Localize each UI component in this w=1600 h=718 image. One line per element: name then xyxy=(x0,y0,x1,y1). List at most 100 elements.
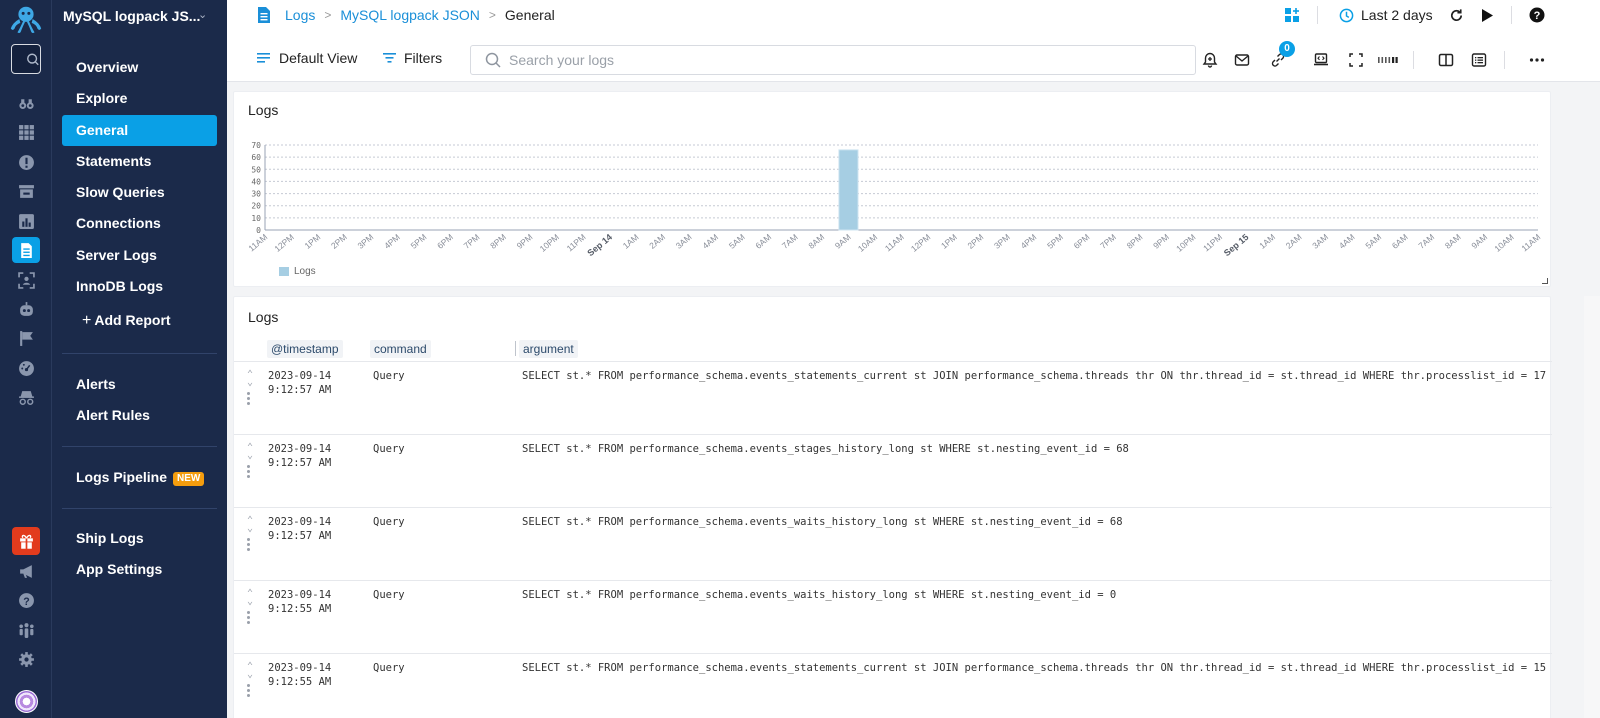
log-row[interactable]: ⌃ ⌄ 2023-09-14 9:12:55 AM Query SELECT s… xyxy=(234,580,1552,653)
nav-item-logs-pipeline[interactable]: Logs Pipeline NEW xyxy=(62,462,217,493)
logs-table-panel: Logs @timestamp command argument ⌃ ⌄ 202… xyxy=(233,296,1552,718)
chevron-down-icon[interactable]: ⌄ xyxy=(198,8,207,21)
default-view-button[interactable]: Default View xyxy=(257,50,357,66)
nav-item-statements[interactable]: Statements xyxy=(62,146,217,177)
nav-item-general[interactable]: General xyxy=(62,115,217,146)
log-row[interactable]: ⌃ ⌄ 2023-09-14 9:12:57 AM Query SELECT s… xyxy=(234,434,1552,507)
nav-item-connections[interactable]: Connections xyxy=(62,208,217,239)
flag-icon[interactable] xyxy=(12,325,40,351)
log-time: 9:12:57 AM xyxy=(268,457,332,469)
nav-item-overview[interactable]: Overview xyxy=(62,52,217,83)
mail-icon[interactable] xyxy=(1233,51,1251,69)
x-tick-label: 6AM xyxy=(1390,232,1410,251)
resize-handle[interactable] xyxy=(1542,278,1548,284)
archive-icon[interactable] xyxy=(12,178,40,204)
nav-item-ship-logs[interactable]: Ship Logs xyxy=(62,523,217,554)
x-tick-label: 3PM xyxy=(356,232,376,251)
document-icon[interactable] xyxy=(12,237,40,263)
x-tick-label: 11AM xyxy=(1519,232,1542,254)
grid-icon[interactable] xyxy=(12,119,40,145)
more-options-icon[interactable] xyxy=(1528,51,1546,69)
list-view-icon[interactable] xyxy=(1470,51,1488,69)
expand-toggle[interactable]: ⌃ ⌄ xyxy=(244,516,256,534)
scrollbar[interactable] xyxy=(1584,296,1600,718)
expand-toggle[interactable]: ⌃ ⌄ xyxy=(244,589,256,607)
chart-legend[interactable]: Logs xyxy=(279,266,316,277)
add-report-button[interactable]: + Add Report xyxy=(62,305,217,336)
octopus-logo[interactable] xyxy=(7,3,45,37)
new-badge: NEW xyxy=(173,472,205,486)
spy-icon[interactable] xyxy=(12,384,40,410)
x-tick-label: 8AM xyxy=(806,232,826,251)
megaphone-icon[interactable] xyxy=(12,558,40,584)
nav-item-alert-rules[interactable]: Alert Rules xyxy=(62,400,217,431)
search-input[interactable] xyxy=(509,52,1169,68)
gift-icon[interactable] xyxy=(12,527,40,555)
chevron-down-icon: ⌄ xyxy=(246,523,254,534)
expand-toggle[interactable]: ⌃ ⌄ xyxy=(244,370,256,388)
log-row[interactable]: ⌃ ⌄ 2023-09-14 9:12:57 AM Query SELECT s… xyxy=(234,507,1552,580)
column-header-argument[interactable]: argument xyxy=(519,340,578,358)
binoculars-icon[interactable] xyxy=(12,90,40,116)
embed-icon[interactable] xyxy=(1312,51,1330,69)
breadcrumb-app[interactable]: MySQL logpack JSON xyxy=(340,7,480,23)
play-icon[interactable] xyxy=(1481,6,1493,24)
column-header-timestamp[interactable]: @timestamp xyxy=(267,340,343,358)
x-tick-label: 9AM xyxy=(1469,232,1489,251)
log-timestamp: 2023-09-14 9:12:57 AM xyxy=(268,369,331,397)
log-command: Query xyxy=(373,662,405,674)
log-time: 9:12:55 AM xyxy=(268,603,332,615)
x-tick-label: 10AM xyxy=(856,232,879,254)
log-timestamp: 2023-09-14 9:12:57 AM xyxy=(268,515,331,543)
x-tick-label: 8PM xyxy=(488,232,508,251)
team-icon[interactable] xyxy=(12,617,40,643)
x-tick-label: 5PM xyxy=(409,232,429,251)
search-icon[interactable] xyxy=(11,44,41,74)
alert-circle-icon[interactable] xyxy=(12,149,40,175)
row-menu-icon[interactable] xyxy=(247,392,251,407)
breadcrumb-separator: > xyxy=(324,8,332,22)
app-title[interactable]: MySQL logpack JS... xyxy=(63,8,200,24)
add-widget-icon[interactable] xyxy=(1285,6,1299,24)
column-header-command[interactable]: command xyxy=(370,340,431,358)
row-menu-icon[interactable] xyxy=(247,611,251,626)
expand-toggle[interactable]: ⌃ ⌄ xyxy=(244,662,256,680)
gear-icon[interactable] xyxy=(12,646,40,672)
breadcrumb-logs[interactable]: Logs xyxy=(285,7,315,23)
refresh-icon[interactable] xyxy=(1449,6,1464,24)
nav-item-explore[interactable]: Explore xyxy=(62,83,217,114)
row-menu-icon[interactable] xyxy=(247,684,251,699)
x-tick-label: 5PM xyxy=(1045,232,1065,251)
fullscreen-icon[interactable] xyxy=(1347,51,1365,69)
y-tick-label: 70 xyxy=(251,141,261,150)
add-alert-icon[interactable] xyxy=(1201,51,1219,69)
expand-toggle[interactable]: ⌃ ⌄ xyxy=(244,443,256,461)
histogram-bar[interactable] xyxy=(838,149,859,231)
time-range-picker[interactable]: Last 2 days xyxy=(1339,6,1433,24)
log-row[interactable]: ⌃ ⌄ 2023-09-14 9:12:57 AM Query SELECT s… xyxy=(234,361,1552,434)
clock-icon xyxy=(1339,8,1354,22)
density-icon[interactable] xyxy=(1377,51,1399,69)
logs-histogram-chart[interactable]: 01020304050607011AM 12PM 1PM 2PM 3PM 4PM 5PM 6P… xyxy=(234,92,1552,288)
column-resize-handle[interactable] xyxy=(515,341,516,356)
nav-item-server-logs[interactable]: Server Logs xyxy=(62,240,217,271)
avatar[interactable] xyxy=(15,690,38,713)
log-row[interactable]: ⌃ ⌄ 2023-09-14 9:12:55 AM Query SELECT s… xyxy=(234,653,1552,718)
row-menu-icon[interactable] xyxy=(247,465,251,480)
help-icon[interactable]: ? xyxy=(1529,6,1545,24)
bar-chart-icon[interactable] xyxy=(12,208,40,234)
robot-icon[interactable] xyxy=(12,296,40,322)
nav-item-innodb-logs[interactable]: InnoDB Logs xyxy=(62,271,217,302)
log-argument: SELECT st.* FROM performance_schema.even… xyxy=(522,370,1547,382)
nav-item-slow-queries[interactable]: Slow Queries xyxy=(62,177,217,208)
nav-item-alerts[interactable]: Alerts xyxy=(62,369,217,400)
split-view-icon[interactable] xyxy=(1437,51,1455,69)
x-tick-label: 2PM xyxy=(966,232,986,251)
x-tick-label: 12PM xyxy=(272,232,295,254)
user-scan-icon[interactable] xyxy=(12,267,40,293)
row-menu-icon[interactable] xyxy=(247,538,251,553)
nav-item-app-settings[interactable]: App Settings xyxy=(62,554,217,585)
help-icon[interactable]: ? xyxy=(12,587,40,613)
gauge-icon[interactable] xyxy=(12,355,40,381)
filters-button[interactable]: Filters xyxy=(383,50,442,66)
